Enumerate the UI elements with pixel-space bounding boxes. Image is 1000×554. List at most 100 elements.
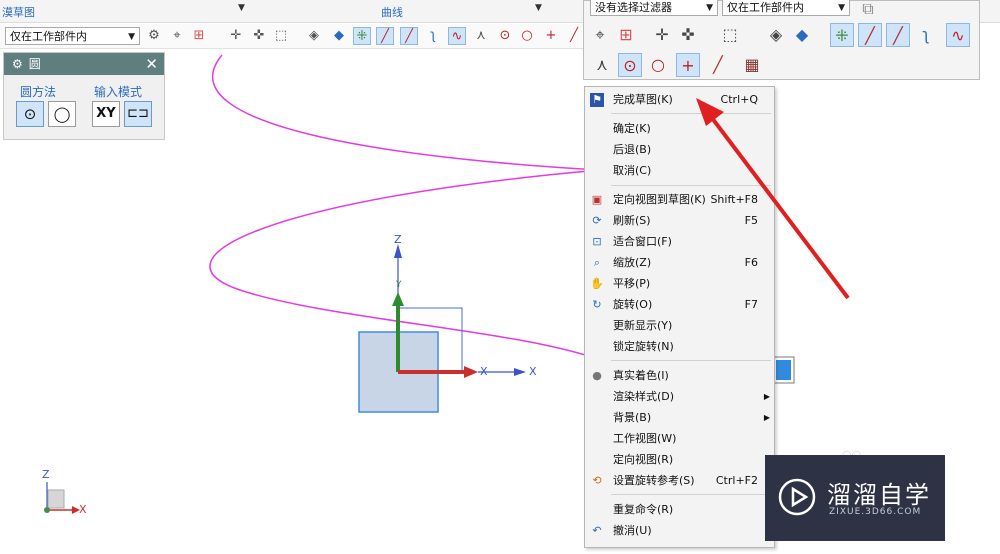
scope-combo-2[interactable]: 仅在工作部件内 ▼ — [722, 0, 850, 16]
mini-z-label: Z — [42, 468, 50, 481]
menu-separator — [611, 113, 771, 114]
menu-item-cancel[interactable]: 取消(C) — [585, 161, 774, 181]
zoom-icon: ⌕ — [593, 256, 601, 269]
snap-icon[interactable]: ⌖ — [588, 23, 612, 47]
menu-item-label: 撤消(U) — [613, 524, 652, 537]
parameter-mode-button[interactable]: ⊏⊐ — [124, 101, 152, 127]
menu-item-label: 确定(K) — [613, 122, 651, 135]
helix-curve — [209, 54, 601, 361]
selection-box — [774, 358, 793, 382]
orient-view-icon: ▣ — [591, 193, 603, 206]
x-arrowhead — [514, 368, 526, 376]
box-select-icon[interactable]: ⬚ — [718, 23, 742, 47]
menu-item-shortcut: F7 — [744, 298, 758, 311]
menu-item-undo[interactable]: ↶ 撤消(U) — [585, 521, 774, 541]
menu-item-rotate[interactable]: ↻ 旋转(O) F7 — [585, 295, 774, 315]
intersect-icon[interactable]: ✜ — [676, 23, 700, 47]
menu-item-label: 更新显示(Y) — [613, 319, 673, 332]
menu-item-label: 渲染样式(D) — [613, 390, 675, 403]
type-select-icon[interactable]: ⧉ — [856, 0, 880, 21]
menu-item-label: 刷新(S) — [613, 214, 651, 227]
xy-mode-button[interactable]: XY — [92, 101, 120, 127]
menu-item-label: 背景(B) — [613, 411, 652, 424]
menu-item-set-rotation-reference[interactable]: ⟲ 设置旋转参考(S) Ctrl+F2 — [585, 471, 774, 491]
menu-item-fit-window[interactable]: ⊡ 适合窗口(F) — [585, 232, 774, 252]
undo-icon: ↶ — [592, 524, 602, 537]
three-point-button[interactable]: ◯ — [48, 101, 76, 127]
menu-item-label: 适合窗口(F) — [613, 235, 672, 248]
scope-combo-2-value: 仅在工作部件内 — [727, 1, 804, 14]
grid-icon[interactable]: ▦ — [740, 53, 764, 77]
spline-icon[interactable]: ∿ — [946, 23, 970, 47]
line-icon[interactable]: ╱ — [858, 23, 882, 47]
menu-item-shortcut: F5 — [744, 214, 758, 227]
menu-item-work-view[interactable]: 工作视图(W) — [585, 429, 774, 449]
menu-item-label: 定向视图(R) — [613, 453, 674, 466]
input-mode-label: 输入模式 — [94, 85, 143, 99]
menu-item-finish-sketch[interactable]: ⚑ 完成草图(K) Ctrl+Q — [585, 90, 774, 110]
menu-item-lock-rotation[interactable]: 锁定旋转(N) — [585, 337, 774, 357]
x-arrowhead-red — [464, 366, 478, 378]
chevron-right-icon: ▶ — [763, 413, 770, 422]
circle-method-label: 圆方法 — [20, 85, 57, 99]
menu-item-update-display[interactable]: 更新显示(Y) — [585, 316, 774, 336]
fit-window-icon: ⊡ — [592, 235, 602, 248]
z-arrowhead — [394, 244, 402, 258]
true-shading-icon: ● — [592, 369, 602, 382]
circle-icon: ◯ — [53, 105, 71, 123]
menu-item-shortcut: F6 — [744, 256, 758, 269]
play-logo-icon — [778, 478, 816, 516]
refresh-icon: ⟳ — [592, 214, 602, 227]
y-arrowhead — [392, 292, 404, 306]
endpoint-icon[interactable]: ⁜ — [830, 23, 854, 47]
center-icon[interactable]: ⊙ — [618, 53, 642, 77]
menu-item-label: 锁定旋转(N) — [613, 340, 674, 353]
menu-item-shortcut: Ctrl+Q — [720, 93, 758, 106]
menu-item-zoom[interactable]: ⌕ 缩放(Z) F6 — [585, 253, 774, 273]
menu-item-label: 完成草图(K) — [613, 93, 673, 106]
menu-item-orient-view-to-sketch[interactable]: ▣ 定向视图到草图(K) Shift+F8 — [585, 190, 774, 210]
chevron-right-icon: ▶ — [763, 392, 770, 401]
menu-item-refresh[interactable]: ⟳ 刷新(S) F5 — [585, 211, 774, 231]
curve-icon[interactable]: ʅ — [914, 23, 938, 47]
context-menu: ⚑ 完成草图(K) Ctrl+Q 确定(K) 后退(B) 取消(C) ▣ 定向视… — [584, 86, 775, 548]
midpoint-icon[interactable]: ╱ — [886, 23, 910, 47]
watermark-badge: 溜溜自学 ZIXUE.3D66.COM — [765, 455, 945, 541]
rotate-icon: ↻ — [592, 298, 602, 311]
chevron-down-icon: ▼ — [706, 3, 713, 13]
cube-icon[interactable]: ◆ — [790, 23, 814, 47]
finish-sketch-icon: ⚑ — [590, 93, 604, 107]
menu-separator — [611, 360, 771, 361]
menu-item-orient-view[interactable]: 定向视图(R) — [585, 450, 774, 470]
quadrant-icon[interactable]: ○ — [646, 53, 670, 77]
menu-item-pan[interactable]: ✋ 平移(P) — [585, 274, 774, 294]
menu-item-render-style[interactable]: 渲染样式(D) ▶ — [585, 387, 774, 407]
menu-item-label: 旋转(O) — [613, 298, 653, 311]
menu-item-repeat-command[interactable]: 重复命令(R) — [585, 500, 774, 520]
menu-item-ok[interactable]: 确定(K) — [585, 119, 774, 139]
parameter-icon: ⊏⊐ — [127, 106, 149, 121]
dialog-title: 圆 — [28, 57, 41, 71]
floating-toolbar: 没有选择过滤器 ▼ 仅在工作部件内 ▼ ⧉ ⌖ ⊞ ✛ ✜ ⬚ ◈ ◆ ⁜ ╱ … — [583, 0, 980, 80]
gear-icon[interactable]: ⚙ — [12, 57, 23, 71]
pan-icon: ✋ — [590, 277, 604, 290]
menu-item-true-shading[interactable]: ● 真实着色(I) — [585, 366, 774, 386]
type-filter-icon[interactable]: ⊞ — [614, 23, 638, 47]
intersection-icon[interactable]: + — [676, 53, 700, 77]
menu-item-label: 平移(P) — [613, 277, 651, 290]
close-icon[interactable]: ✕ — [145, 53, 158, 75]
mini-x-label: X — [79, 503, 87, 516]
rotate-reference-icon: ⟲ — [592, 474, 602, 487]
point-snap-icon[interactable]: ✛ — [650, 23, 674, 47]
tangent-icon[interactable]: ⋏ — [590, 53, 614, 77]
line-snap-icon[interactable]: ╱ — [706, 53, 730, 77]
circle-dialog-titlebar: ⚙ 圆 ✕ — [4, 53, 164, 75]
menu-item-back[interactable]: 后退(B) — [585, 140, 774, 160]
filter-combo[interactable]: 没有选择过滤器 ▼ — [590, 0, 718, 16]
filter-combo-value: 没有选择过滤器 — [595, 1, 672, 14]
menu-separator — [611, 494, 771, 495]
center-radius-button[interactable]: ⊙ — [16, 101, 44, 127]
shaded-cube-icon[interactable]: ◈ — [764, 23, 788, 47]
menu-item-background[interactable]: 背景(B) ▶ — [585, 408, 774, 428]
circle-dialog: ⚙ 圆 ✕ 圆方法 输入模式 ⊙ ◯ XY ⊏⊐ — [3, 52, 165, 140]
